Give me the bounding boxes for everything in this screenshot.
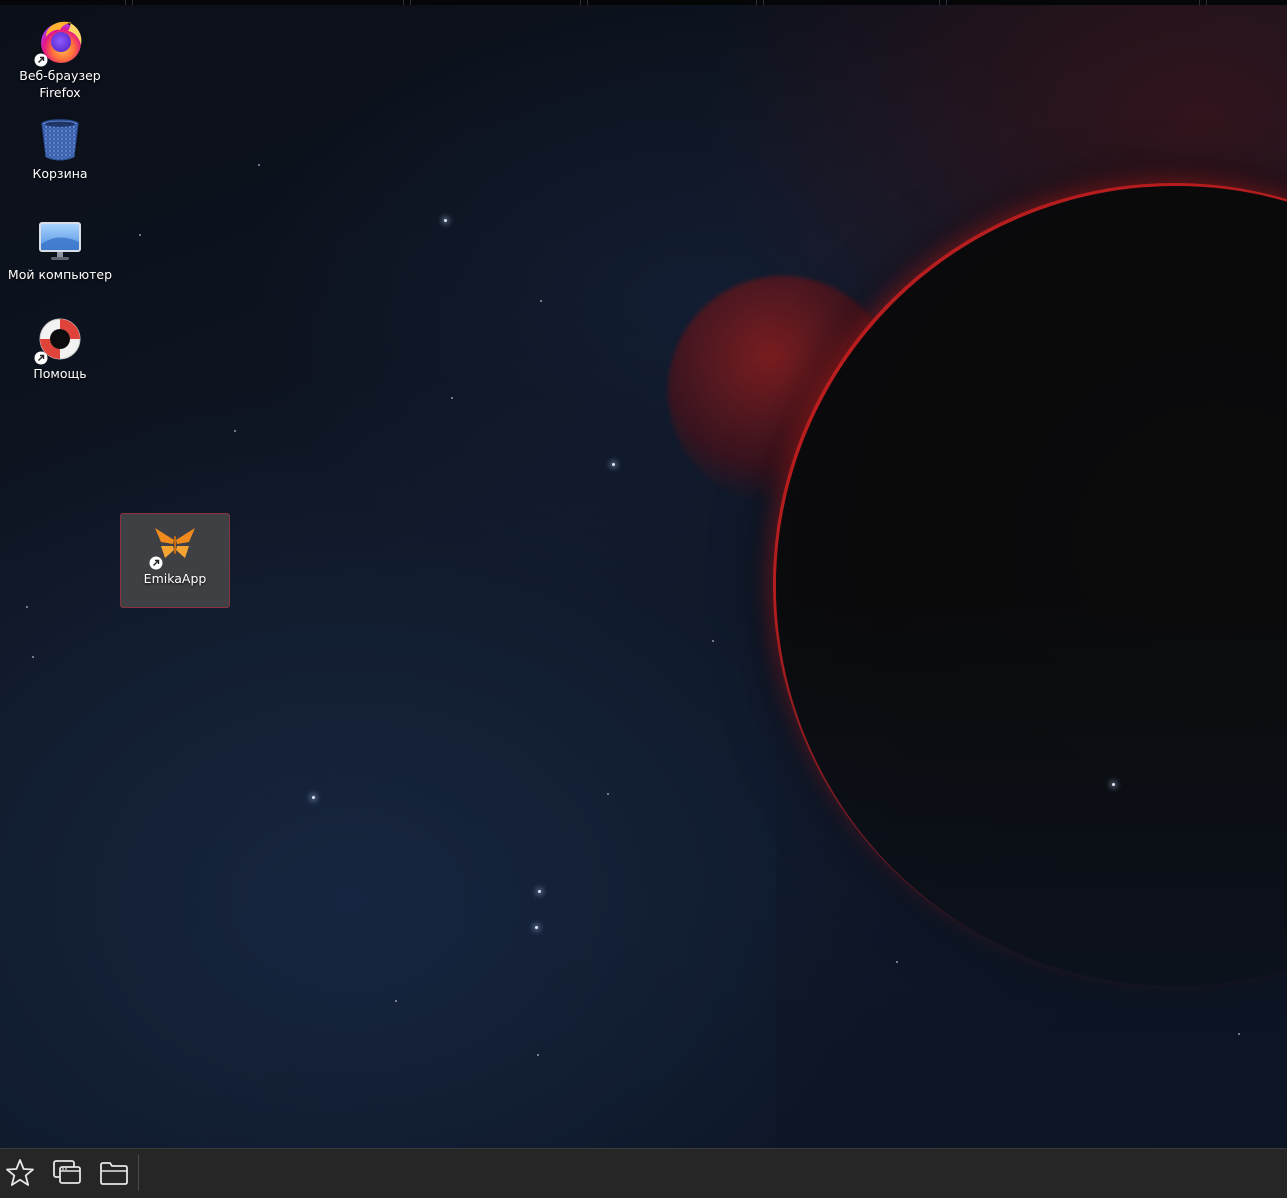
shortcut-arrow-icon	[34, 53, 48, 67]
desktop-icon-help[interactable]: Помощь	[5, 315, 115, 382]
desktop-icon-label: Веб-браузер Firefox	[19, 68, 101, 100]
wallpaper-star	[538, 890, 541, 893]
wallpaper-star	[451, 397, 453, 399]
desktop-icon-label: EmikaApp	[143, 571, 207, 586]
wallpaper-planet-fade	[776, 600, 1287, 1148]
wallpaper-star	[607, 793, 609, 795]
wallpaper-star	[1238, 1033, 1240, 1035]
star-menu-icon	[6, 1159, 34, 1186]
desktop-background[interactable]: Веб-браузер Firefox Корзина Мой компьюте…	[0, 0, 1287, 1148]
taskbar	[0, 1148, 1287, 1198]
shortcut-arrow-icon	[34, 351, 48, 365]
wallpaper-star	[1112, 783, 1115, 786]
window-switcher-icon	[53, 1160, 81, 1184]
wallpaper-star	[26, 606, 28, 608]
computer-icon	[36, 216, 84, 264]
wallpaper-star	[234, 430, 236, 432]
wallpaper-star	[312, 796, 315, 799]
file-manager-button[interactable]	[98, 1157, 130, 1189]
desktop-icon-firefox[interactable]: Веб-браузер Firefox	[5, 17, 115, 101]
wallpaper-star	[896, 961, 898, 963]
wallpaper-star	[537, 1054, 539, 1056]
wallpaper-star	[535, 926, 538, 929]
desktop-icon-label: Мой компьютер	[7, 267, 113, 282]
desktop-icon-trash[interactable]: Корзина	[5, 115, 115, 182]
top-panel-strip	[0, 0, 1287, 5]
wallpaper-star	[712, 640, 714, 642]
trash-icon	[36, 115, 84, 163]
help-lifebuoy-icon	[34, 315, 84, 365]
wallpaper-star	[395, 1000, 397, 1002]
taskbar-separator	[138, 1155, 139, 1191]
wallpaper-star	[612, 463, 615, 466]
wallpaper-star	[258, 164, 260, 166]
wallpaper-star	[444, 219, 447, 222]
firefox-icon	[34, 17, 84, 67]
window-switcher-button[interactable]	[51, 1157, 83, 1189]
wallpaper-star	[32, 656, 34, 658]
desktop-icon-label: Корзина	[32, 166, 88, 181]
shortcut-arrow-icon	[149, 556, 163, 570]
wallpaper-star	[540, 300, 542, 302]
start-menu-button[interactable]	[4, 1157, 36, 1189]
desktop-icon-emikaapp[interactable]: EmikaApp	[120, 513, 230, 608]
desktop-icon-label: Помощь	[33, 366, 87, 381]
wallpaper-star	[139, 234, 141, 236]
folder-icon	[100, 1162, 128, 1185]
emika-butterfly-icon	[149, 520, 199, 570]
desktop-icon-my-computer[interactable]: Мой компьютер	[5, 216, 115, 283]
